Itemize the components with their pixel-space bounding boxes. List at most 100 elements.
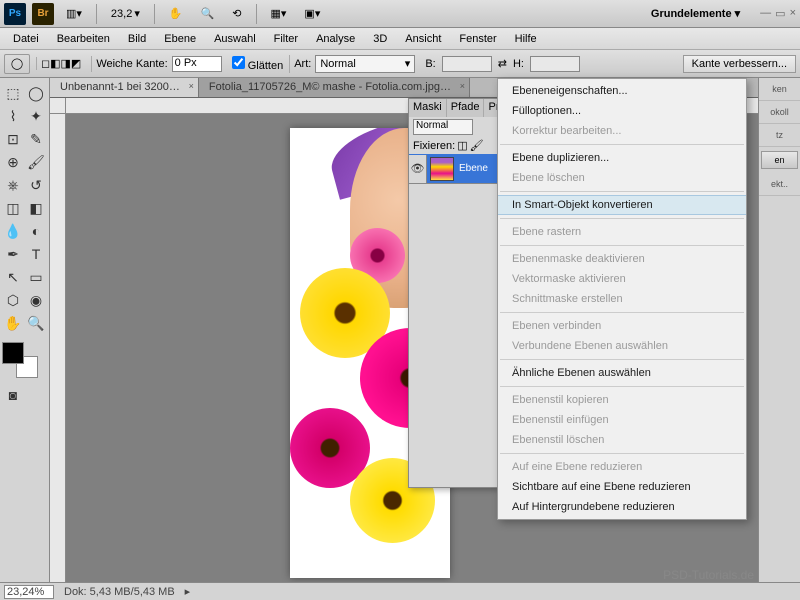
quickmask-icon[interactable]: ◙ bbox=[2, 384, 24, 406]
ctx-item[interactable]: In Smart-Objekt konvertieren bbox=[498, 195, 746, 215]
status-bar: 23,24% Dok: 5,43 MB/5,43 MB ▸ bbox=[0, 582, 800, 600]
zoom-percentage-field[interactable]: 23,24% bbox=[4, 585, 54, 599]
stamp-tool-icon[interactable]: ⎈ bbox=[2, 174, 24, 196]
ctx-item[interactable]: Ebene duplizieren... bbox=[498, 148, 746, 168]
eraser-tool-icon[interactable]: ◫ bbox=[2, 197, 24, 219]
path-tool-icon[interactable]: ↖ bbox=[2, 266, 24, 288]
dodge-tool-icon[interactable]: ◐ bbox=[25, 220, 47, 242]
screen-mode-dropdown[interactable]: ▣▾ bbox=[298, 4, 326, 24]
type-tool-icon[interactable]: T bbox=[25, 243, 47, 265]
3d-camera-icon[interactable]: ◉ bbox=[25, 289, 47, 311]
menu-bearbeiten[interactable]: Bearbeiten bbox=[48, 30, 119, 48]
menu-fenster[interactable]: Fenster bbox=[450, 30, 505, 48]
app-header: Ps Br ▥▾ 23,2 ▾ ✋ 🔍 ⟲ ▦▾ ▣▾ Grundelement… bbox=[0, 0, 800, 28]
view-mode-dropdown[interactable]: ▥▾ bbox=[60, 4, 88, 24]
height-input bbox=[530, 56, 580, 72]
panel-button-1[interactable]: en bbox=[761, 151, 798, 169]
zoom-level-field[interactable]: 23,2 ▾ bbox=[105, 4, 146, 24]
blur-tool-icon[interactable]: 💧 bbox=[2, 220, 24, 242]
minimize-icon[interactable]: — bbox=[760, 7, 771, 20]
workspace-selector[interactable]: Grundelemente ▾ bbox=[645, 7, 746, 20]
heal-tool-icon[interactable]: ⊕ bbox=[2, 151, 24, 173]
style-select[interactable]: Normal▾ bbox=[315, 55, 415, 73]
menu-ebene[interactable]: Ebene bbox=[155, 30, 205, 48]
ctx-item[interactable]: Fülloptionen... bbox=[498, 101, 746, 121]
layer-context-menu: Ebeneneigenschaften...Fülloptionen...Kor… bbox=[497, 78, 747, 520]
style-label: Art: bbox=[294, 58, 311, 70]
panel-collapsed-4[interactable]: ekt.. bbox=[759, 173, 800, 196]
ruler-vertical[interactable] bbox=[50, 114, 66, 582]
zoom-tool-icon[interactable]: 🔍 bbox=[195, 4, 221, 24]
ctx-item: Ebenen verbinden bbox=[498, 316, 746, 336]
ctx-item[interactable]: Ähnliche Ebenen auswählen bbox=[498, 363, 746, 383]
shape-tool-icon[interactable]: ▭ bbox=[25, 266, 47, 288]
lock-pixels-icon[interactable]: 🖌 bbox=[470, 139, 484, 152]
hand-tool-icon[interactable]: ✋ bbox=[2, 312, 24, 334]
tab-document-2[interactable]: Fotolia_11705726_M© mashe - Fotolia.com.… bbox=[199, 78, 470, 97]
arrange-docs-dropdown[interactable]: ▦▾ bbox=[265, 4, 293, 24]
marquee-shape-icon[interactable]: ◯ bbox=[4, 54, 30, 74]
feather-input[interactable]: 0 Px bbox=[172, 56, 222, 72]
foreground-color[interactable] bbox=[2, 342, 24, 364]
ctx-item: Ebene löschen bbox=[498, 168, 746, 188]
lock-transparency-icon[interactable]: ◫ bbox=[457, 139, 467, 152]
layer-row[interactable]: 👁 Ebene bbox=[409, 154, 497, 184]
layers-panel[interactable]: Maski Pfade Pro Normal Fixieren: ◫ 🖌 👁 E… bbox=[408, 98, 498, 488]
ctx-item[interactable]: Sichtbare auf eine Ebene reduzieren bbox=[498, 477, 746, 497]
menu-hilfe[interactable]: Hilfe bbox=[506, 30, 546, 48]
layer-thumbnail[interactable] bbox=[430, 157, 454, 181]
panel-collapsed-2[interactable]: okoll bbox=[759, 101, 800, 124]
3d-tool-icon[interactable]: ⬡ bbox=[2, 289, 24, 311]
menu-analyse[interactable]: Analyse bbox=[307, 30, 364, 48]
rotate-view-icon[interactable]: ⟲ bbox=[226, 4, 247, 24]
menu-bar: Datei Bearbeiten Bild Ebene Auswahl Filt… bbox=[0, 28, 800, 50]
wand-tool-icon[interactable]: ✦ bbox=[25, 105, 47, 127]
ctx-item: Verbundene Ebenen auswählen bbox=[498, 336, 746, 356]
tab-close-icon[interactable]: × bbox=[189, 81, 194, 91]
panel-tab-masks[interactable]: Maski bbox=[409, 99, 447, 117]
marquee-tool-icon[interactable]: ◯ bbox=[25, 82, 47, 104]
visibility-toggle-icon[interactable]: 👁 bbox=[409, 155, 427, 183]
hand-tool-icon[interactable]: ✋ bbox=[163, 4, 189, 24]
menu-datei[interactable]: Datei bbox=[4, 30, 48, 48]
menu-filter[interactable]: Filter bbox=[265, 30, 307, 48]
panel-tab-paths[interactable]: Pfade bbox=[447, 99, 485, 117]
pen-tool-icon[interactable]: ✒ bbox=[2, 243, 24, 265]
zoom-tool-icon[interactable]: 🔍 bbox=[25, 312, 47, 334]
blend-mode-select[interactable]: Normal bbox=[413, 119, 473, 135]
panel-collapsed-1[interactable]: ken bbox=[759, 78, 800, 101]
refine-edge-button[interactable]: Kante verbessern... bbox=[683, 55, 796, 73]
ctx-item: Ebene rastern bbox=[498, 222, 746, 242]
brush-tool-icon[interactable]: 🖌 bbox=[25, 151, 47, 173]
ctx-item[interactable]: Auf Hintergrundebene reduzieren bbox=[498, 497, 746, 517]
menu-bild[interactable]: Bild bbox=[119, 30, 155, 48]
menu-3d[interactable]: 3D bbox=[364, 30, 396, 48]
close-icon[interactable]: × bbox=[790, 7, 796, 20]
watermark: PSD-Tutorials.de bbox=[663, 568, 754, 582]
tab-close-icon[interactable]: × bbox=[460, 81, 465, 91]
move-tool-icon[interactable]: ⬚ bbox=[2, 82, 24, 104]
crop-tool-icon[interactable]: ⊡ bbox=[2, 128, 24, 150]
ctx-item: Schnittmaske erstellen bbox=[498, 289, 746, 309]
right-panel-dock: ken okoll tz en ekt.. bbox=[758, 78, 800, 582]
br-logo-icon[interactable]: Br bbox=[32, 3, 54, 25]
layer-name[interactable]: Ebene bbox=[457, 163, 488, 174]
tab-document-1[interactable]: Unbenannt-1 bei 3200…× bbox=[50, 78, 199, 97]
gradient-tool-icon[interactable]: ◧ bbox=[25, 197, 47, 219]
width-input bbox=[442, 56, 492, 72]
ps-logo-icon[interactable]: Ps bbox=[4, 3, 26, 25]
status-arrow-icon[interactable]: ▸ bbox=[185, 585, 191, 598]
history-brush-icon[interactable]: ↺ bbox=[25, 174, 47, 196]
ctx-item[interactable]: Ebeneneigenschaften... bbox=[498, 81, 746, 101]
color-swatches[interactable] bbox=[2, 342, 38, 378]
lasso-tool-icon[interactable]: ⌇ bbox=[2, 105, 24, 127]
menu-auswahl[interactable]: Auswahl bbox=[205, 30, 265, 48]
selection-mode-icons[interactable]: ◻◧◨◩ bbox=[41, 57, 81, 70]
maximize-icon[interactable]: ▭ bbox=[775, 7, 785, 20]
ctx-item: Vektormaske aktivieren bbox=[498, 269, 746, 289]
anti-alias-checkbox[interactable]: Glätten bbox=[232, 56, 284, 72]
panel-collapsed-3[interactable]: tz bbox=[759, 124, 800, 147]
ctx-item: Korrektur bearbeiten... bbox=[498, 121, 746, 141]
menu-ansicht[interactable]: Ansicht bbox=[396, 30, 450, 48]
eyedropper-tool-icon[interactable]: ✎ bbox=[25, 128, 47, 150]
